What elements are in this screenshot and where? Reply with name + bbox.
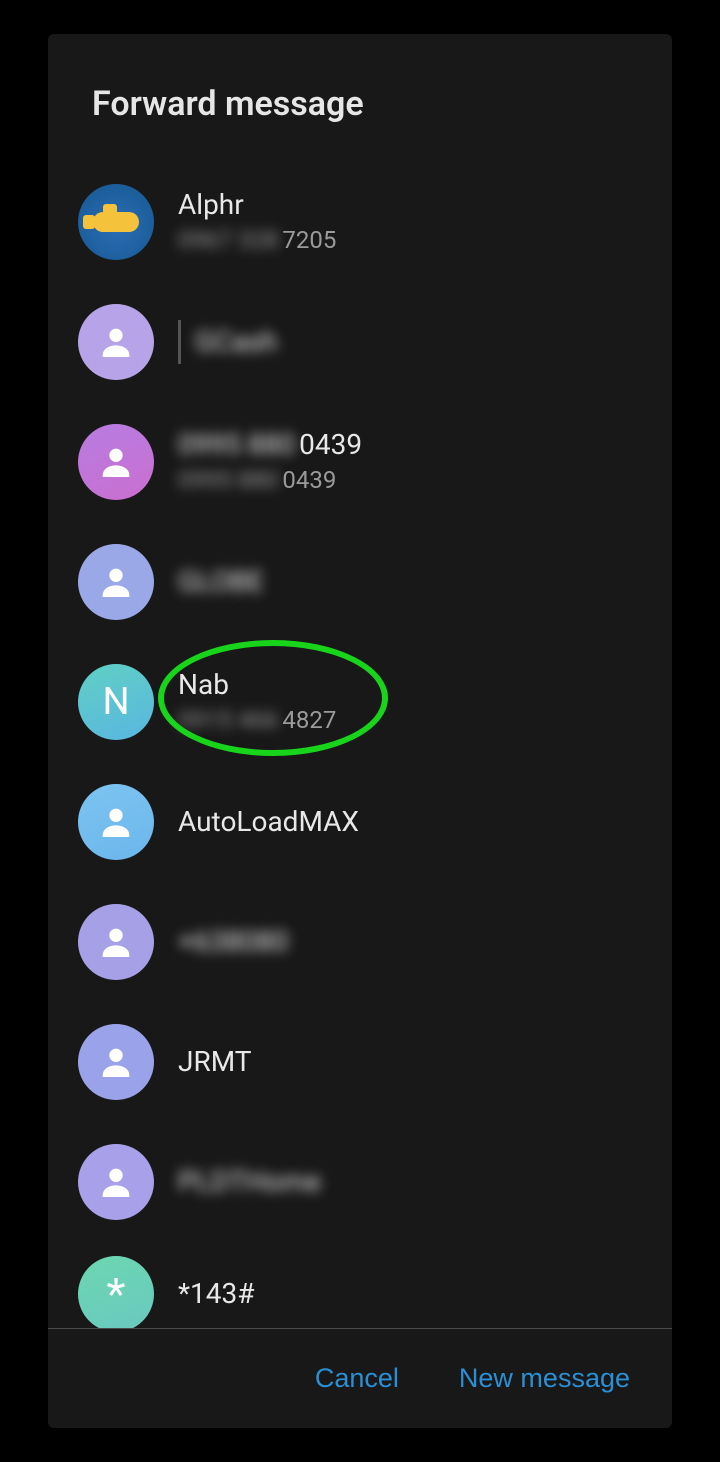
avatar-person-icon bbox=[78, 1024, 154, 1100]
avatar-submarine-icon bbox=[78, 184, 154, 260]
contact-item-globe[interactable]: GLOBE bbox=[78, 522, 642, 642]
contact-item-number2[interactable]: +638080 bbox=[78, 882, 642, 1002]
contact-item-143[interactable]: * *143# bbox=[78, 1242, 642, 1328]
contact-number: 0967 3287205 bbox=[178, 224, 336, 256]
avatar-letter-icon: N bbox=[78, 664, 154, 740]
contact-item-number[interactable]: 0995 8800439 0995 8800439 bbox=[78, 402, 642, 522]
dialog-title: Forward message bbox=[48, 34, 672, 162]
new-message-button[interactable]: New message bbox=[455, 1355, 634, 1402]
contact-name: 0995 8800439 bbox=[178, 428, 362, 462]
avatar-person-icon bbox=[78, 544, 154, 620]
avatar-person-icon bbox=[78, 904, 154, 980]
contact-name: AutoLoadMAX bbox=[178, 805, 359, 839]
avatar-person-icon bbox=[78, 424, 154, 500]
contact-name: GLOBE bbox=[178, 565, 264, 599]
avatar-person-icon bbox=[78, 304, 154, 380]
contact-list: Alphr 0967 3287205 GCash 0995 88 bbox=[48, 162, 672, 1328]
contact-item-gcash[interactable]: GCash bbox=[78, 282, 642, 402]
contact-name: JRMT bbox=[178, 1045, 251, 1079]
dialog-footer: Cancel New message bbox=[48, 1328, 672, 1428]
avatar-person-icon bbox=[78, 784, 154, 860]
contact-item-jrmt[interactable]: JRMT bbox=[78, 1002, 642, 1122]
avatar-person-icon bbox=[78, 1144, 154, 1220]
contact-number: 0995 8800439 bbox=[178, 464, 362, 496]
contact-name: PLDTHome bbox=[178, 1165, 321, 1199]
avatar-letter-icon: * bbox=[78, 1256, 154, 1328]
forward-message-dialog: Forward message Alphr 0967 3287205 GCash bbox=[48, 34, 672, 1428]
divider bbox=[178, 320, 181, 364]
contact-item-alphr[interactable]: Alphr 0967 3287205 bbox=[78, 162, 642, 282]
cancel-button[interactable]: Cancel bbox=[311, 1355, 403, 1402]
contact-name: Nab bbox=[178, 668, 336, 702]
contact-number: 0915 4664827 bbox=[178, 704, 336, 736]
contact-name: GCash bbox=[195, 325, 277, 359]
contact-item-nab[interactable]: N Nab 0915 4664827 bbox=[78, 642, 642, 762]
contact-name: +638080 bbox=[178, 925, 288, 959]
contact-name: Alphr bbox=[178, 188, 336, 222]
contact-item-autoloadmax[interactable]: AutoLoadMAX bbox=[78, 762, 642, 882]
contact-name: *143# bbox=[178, 1277, 255, 1311]
contact-item-pldthome[interactable]: PLDTHome bbox=[78, 1122, 642, 1242]
